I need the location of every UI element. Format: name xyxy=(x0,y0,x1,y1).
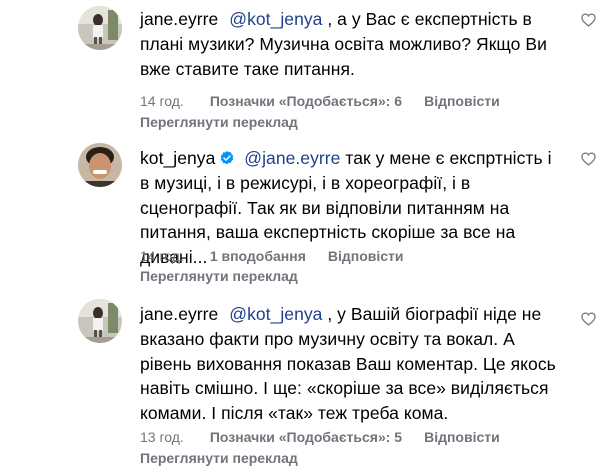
comment-likes[interactable]: Позначки «Подобається»: 5 xyxy=(210,429,402,445)
see-translation-button[interactable]: Переглянути переклад xyxy=(140,114,298,130)
comment-time[interactable]: 13 год. xyxy=(140,429,184,445)
avatar-jane-image xyxy=(78,6,122,50)
verified-badge-icon xyxy=(221,151,234,165)
comment-likes[interactable]: Позначки «Подобається»: 6 xyxy=(210,93,402,109)
see-translation-button[interactable]: Переглянути переклад xyxy=(140,450,298,466)
see-translation-button[interactable]: Переглянути переклад xyxy=(140,268,298,284)
comment-likes[interactable]: 1 вподобання xyxy=(210,248,306,264)
comment-body: jane.eyrre @kot_jenya , а у Вас є експер… xyxy=(140,7,560,81)
comment-username[interactable]: jane.eyrre xyxy=(140,9,218,29)
comments-thread: jane.eyrre @kot_jenya , а у Вас є експер… xyxy=(0,0,604,470)
comment-body: jane.eyrre @kot_jenya , у Вашій біографі… xyxy=(140,302,560,426)
avatar-kot-image xyxy=(78,143,122,187)
reply-button[interactable]: Відповісти xyxy=(424,93,500,109)
comment-username[interactable]: kot_jenya xyxy=(140,148,215,168)
comment-meta: 13 год. Позначки «Подобається»: 5 Відповіс… xyxy=(140,429,500,445)
comment-meta: 14 год. 1 вподобання Відповісти xyxy=(140,248,404,264)
comment-mention[interactable]: @jane.eyrre xyxy=(244,148,340,168)
reply-button[interactable]: Відповісти xyxy=(424,429,500,445)
comment-time[interactable]: 14 год. xyxy=(140,93,184,109)
comment-mention[interactable]: @kot_jenya xyxy=(229,9,322,29)
comment-username[interactable]: jane.eyrre xyxy=(140,304,218,324)
heart-icon[interactable] xyxy=(581,13,596,27)
reply-button[interactable]: Відповісти xyxy=(328,248,404,264)
user-avatar[interactable] xyxy=(78,299,122,343)
comment-meta: 14 год. Позначки «Подобається»: 6 Відповіс… xyxy=(140,93,500,109)
comment-mention[interactable]: @kot_jenya xyxy=(229,304,322,324)
user-avatar[interactable] xyxy=(78,143,122,187)
comment-time[interactable]: 14 год. xyxy=(140,248,184,264)
user-avatar[interactable] xyxy=(78,6,122,50)
heart-icon[interactable] xyxy=(581,152,596,166)
heart-icon[interactable] xyxy=(581,312,596,326)
avatar-jane-image xyxy=(78,299,122,343)
